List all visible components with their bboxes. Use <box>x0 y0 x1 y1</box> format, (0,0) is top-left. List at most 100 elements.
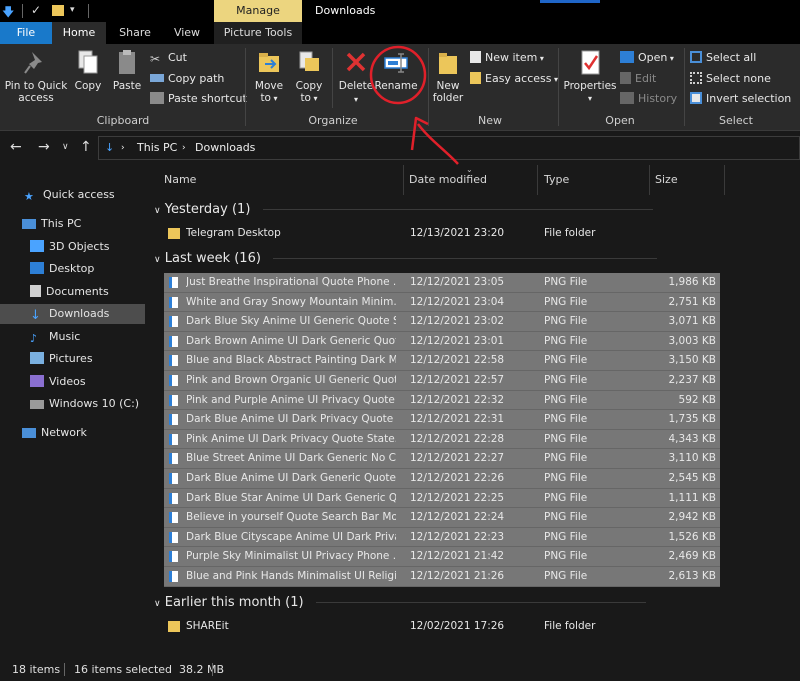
edit-button[interactable]: Edit <box>620 71 656 87</box>
file-row[interactable]: Dark Blue Sky Anime UI Generic Quote S..… <box>164 312 720 332</box>
file-row[interactable]: Dark Blue Cityscape Anime UI Dark Priva.… <box>164 527 720 548</box>
file-type: PNG File <box>544 354 588 367</box>
file-row[interactable]: SHAREit 12/02/2021 17:26 File folder <box>164 617 720 637</box>
nav-item-pictures[interactable]: Pictures <box>30 349 93 369</box>
group-label: Yesterday (1) <box>164 202 251 217</box>
file-name: White and Gray Snowy Mountain Minim... <box>186 295 396 308</box>
nav-item-desktop[interactable]: Desktop <box>30 259 94 279</box>
new-folder-button[interactable]: New folder <box>430 48 466 104</box>
file-size: 1,986 KB <box>668 276 717 288</box>
group-header-last-week[interactable]: ∨ Last week (16) <box>154 248 658 270</box>
breadcrumb-chevron-icon[interactable]: › <box>182 143 186 153</box>
customize-qa-icon[interactable]: ▾ <box>70 5 75 15</box>
select-none-button[interactable]: Select none <box>690 71 771 87</box>
file-name: Blue and Black Abstract Painting Dark Mi… <box>186 354 396 367</box>
download-arrow-icon[interactable]: 🡇 <box>2 3 14 24</box>
history-button[interactable]: History <box>620 91 677 107</box>
copy-button[interactable]: Copy <box>72 48 104 92</box>
easy-access-icon <box>470 72 481 84</box>
back-arrow-icon[interactable]: ← <box>10 139 22 155</box>
nav-item-this-pc[interactable]: This PC <box>22 214 81 234</box>
invert-selection-button[interactable]: Invert selection <box>690 91 791 107</box>
nav-item-music[interactable]: ♪ Music <box>30 327 80 347</box>
address-bar[interactable]: ↓ › This PC › Downloads <box>98 136 800 160</box>
nav-item-windows-c[interactable]: Windows 10 (C:) <box>30 394 139 414</box>
open-button[interactable]: Open ▾ <box>620 50 674 66</box>
tab-file[interactable]: File <box>0 22 52 44</box>
delete-button[interactable]: Delete ▾ <box>336 48 376 106</box>
recent-locations-chevron-icon[interactable]: ∨ <box>62 142 69 152</box>
file-size: 3,110 KB <box>668 452 717 465</box>
group-header-earlier-this-month[interactable]: ∨ Earlier this month (1) <box>154 592 646 614</box>
nav-item-documents[interactable]: Documents <box>30 282 109 302</box>
file-row[interactable]: Believe in yourself Quote Search Bar Mot… <box>164 508 720 528</box>
paste-shortcut-button[interactable]: Paste shortcut <box>150 91 247 107</box>
column-header-type[interactable]: Type <box>538 165 650 195</box>
file-row[interactable]: Dark Blue Anime UI Dark Generic Quote ..… <box>164 469 720 489</box>
edit-label: Edit <box>635 72 657 85</box>
cut-button[interactable]: ✂ Cut <box>150 50 187 66</box>
select-all-button[interactable]: Select all <box>690 50 756 66</box>
pin-label-1: Pin to Quick <box>4 80 68 92</box>
nav-item-3d-objects[interactable]: 3D Objects <box>30 237 110 257</box>
file-row[interactable]: White and Gray Snowy Mountain Minim... 12… <box>164 292 720 313</box>
nav-item-videos[interactable]: Videos <box>30 372 86 392</box>
file-row[interactable]: Purple Sky Minimalist UI Privacy Phone .… <box>164 547 720 567</box>
paste-button[interactable]: Paste <box>110 48 144 92</box>
new-folder-icon <box>439 53 457 74</box>
documents-icon <box>30 285 41 297</box>
group-header-yesterday[interactable]: ∨ Yesterday (1) <box>154 199 653 221</box>
breadcrumb-downloads[interactable]: Downloads <box>195 141 255 154</box>
properties-button[interactable]: Properties ▾ <box>562 48 618 105</box>
tab-share[interactable]: Share <box>110 22 160 44</box>
copy-to-button[interactable]: Copy to ▾ <box>292 48 326 105</box>
nav-item-quick-access[interactable]: ★ Quick access <box>24 185 115 205</box>
tab-picture-tools[interactable]: Picture Tools <box>214 22 302 44</box>
breadcrumb-chevron-icon[interactable]: › <box>121 143 125 153</box>
file-row[interactable]: Pink and Purple Anime UI Privacy Quote .… <box>164 390 720 411</box>
copy-icon <box>78 50 98 74</box>
pin-to-quick-access-button[interactable]: Pin to Quick access <box>4 48 68 104</box>
copy-path-icon <box>150 74 164 82</box>
column-header-size[interactable]: Size <box>650 165 725 195</box>
nav-item-network[interactable]: Network <box>22 423 87 443</box>
png-file-icon <box>169 531 178 543</box>
tab-view[interactable]: View <box>162 22 212 44</box>
file-row[interactable]: Dark Blue Star Anime UI Dark Generic Qu.… <box>164 488 720 509</box>
tab-home[interactable]: Home <box>52 22 106 44</box>
breadcrumb-this-pc[interactable]: This PC <box>137 141 177 154</box>
collapse-chevron-icon: ∨ <box>154 599 161 609</box>
new-item-label: New item <box>485 51 538 64</box>
properties-check-icon[interactable]: ✓ <box>31 3 41 17</box>
rename-button[interactable]: Rename <box>374 48 418 92</box>
file-row[interactable]: Telegram Desktop 12/13/2021 23:20 File fol… <box>164 224 720 244</box>
star-icon: ★ <box>24 190 34 203</box>
file-row[interactable]: Blue and Pink Hands Minimalist UI Religi… <box>164 567 720 587</box>
pin-label-2: access <box>18 92 54 104</box>
forward-arrow-icon[interactable]: → <box>38 139 50 155</box>
paste-shortcut-icon <box>150 92 164 104</box>
column-header-name[interactable]: Name <box>148 165 404 195</box>
up-arrow-icon[interactable]: ↑ <box>80 139 92 155</box>
copy-to-label-1: Copy <box>295 80 323 92</box>
file-row[interactable]: Dark Brown Anime UI Dark Generic Quot...… <box>164 331 720 352</box>
easy-access-button[interactable]: Easy access ▾ <box>470 71 558 87</box>
folder-icon[interactable] <box>52 5 64 16</box>
nav-item-downloads[interactable]: ↓ Downloads <box>30 304 109 324</box>
desktop-icon <box>30 262 44 274</box>
move-to-button[interactable]: Move to ▾ <box>252 48 286 105</box>
new-item-button[interactable]: New item ▾ <box>470 50 544 66</box>
file-name: Purple Sky Minimalist UI Privacy Phone .… <box>186 550 396 563</box>
file-row[interactable]: Pink and Brown Organic UI Generic Quot..… <box>164 371 720 391</box>
group-divider <box>262 209 653 210</box>
file-row[interactable]: Just Breathe Inspirational Quote Phone .… <box>164 273 720 293</box>
file-row[interactable]: Dark Blue Anime UI Dark Privacy Quote ..… <box>164 410 720 430</box>
group-divider <box>273 258 658 259</box>
group-divider <box>315 602 646 603</box>
copy-path-button[interactable]: Copy path <box>150 71 224 87</box>
manage-tab[interactable]: Manage <box>214 0 302 22</box>
file-row[interactable]: Blue and Black Abstract Painting Dark Mi… <box>164 351 720 371</box>
file-row[interactable]: Pink Anime UI Dark Privacy Quote State..… <box>164 429 720 450</box>
file-row[interactable]: Blue Street Anime UI Dark Generic No Co.… <box>164 449 720 469</box>
select-all-icon <box>690 51 702 63</box>
